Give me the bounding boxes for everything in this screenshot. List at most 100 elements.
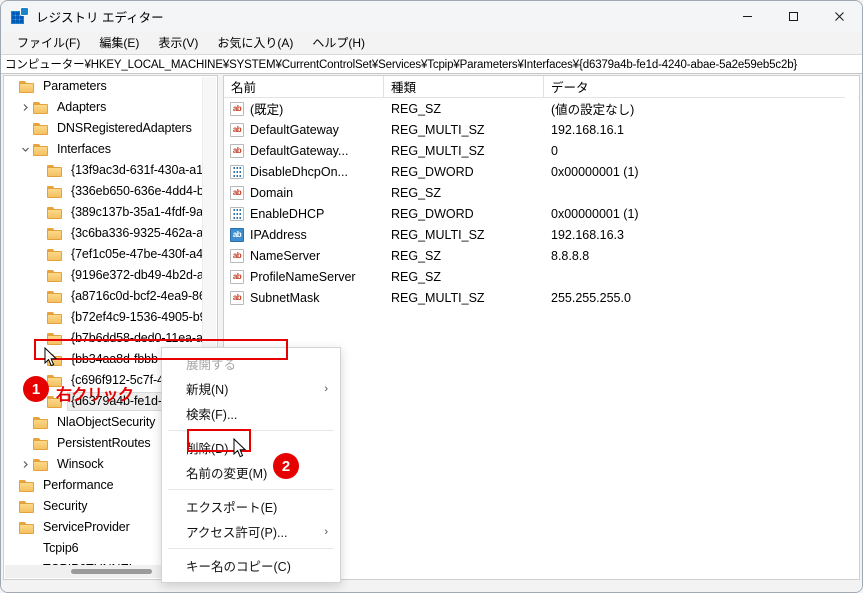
tree-node[interactable]: {389c137b-35a1-4fdf-9a97-2 — [4, 202, 204, 223]
context-menu-separator — [168, 548, 334, 549]
maximize-button[interactable] — [770, 1, 816, 32]
chevron-down-icon[interactable] — [18, 145, 33, 154]
ctx-new[interactable]: 新規(N) › — [162, 376, 340, 401]
value-data: 0x00000001 (1) — [551, 206, 639, 221]
tree-node-label: {3c6ba336-9325-462a-a4f3- — [71, 226, 204, 240]
values-list[interactable]: (既定) REG_SZ (値の設定なし) DefaultGateway REG_MULT… — [224, 98, 859, 308]
tree-node[interactable]: {336eb650-636e-4dd4-ba28- — [4, 181, 204, 202]
value-name-cell: SubnetMask — [224, 290, 384, 305]
tree-node[interactable]: {3c6ba336-9325-462a-a4f3- — [4, 223, 204, 244]
menu-help[interactable]: ヘルプ(H) — [303, 32, 375, 54]
tree-node[interactable]: {b72ef4c9-1536-4905-b923- — [4, 307, 204, 328]
column-name[interactable]: 名前 — [224, 76, 384, 97]
folder-icon — [47, 185, 64, 199]
folder-icon — [19, 521, 36, 535]
tree-hscroll-thumb[interactable] — [71, 569, 152, 574]
value-name-cell: EnableDHCP — [224, 206, 384, 221]
value-name: Domain — [250, 185, 294, 200]
values-column-headers: 名前 種類 データ — [224, 76, 859, 98]
value-name: ProfileNameServer — [250, 269, 356, 284]
tree-node-label: PersistentRoutes — [57, 436, 151, 450]
folder-icon — [33, 122, 50, 136]
column-type[interactable]: 種類 — [384, 76, 544, 97]
value-name: DefaultGateway... — [250, 143, 349, 158]
string-value-icon — [230, 290, 244, 305]
chevron-right-icon[interactable] — [18, 460, 33, 469]
value-row[interactable]: DefaultGateway... REG_MULTI_SZ 0 — [224, 140, 859, 161]
tree-node[interactable]: {a8716c0d-bcf2-4ea9-8603- — [4, 286, 204, 307]
tree-node[interactable]: DNSRegisteredAdapters — [4, 118, 204, 139]
menu-favorites[interactable]: お気に入り(A) — [208, 32, 303, 54]
string-value-icon — [230, 143, 244, 158]
string-value-icon — [230, 269, 244, 284]
value-name-cell: DisableDhcpOn... — [224, 164, 384, 179]
tree-node[interactable]: {7ef1c05e-47be-430f-a4fa-6 — [4, 244, 204, 265]
value-type: REG_MULTI_SZ — [391, 122, 485, 137]
context-menu-label: アクセス許可(P)... — [186, 526, 288, 540]
value-data: 192.168.16.3 — [551, 227, 624, 242]
value-data: 192.168.16.1 — [551, 122, 624, 137]
tree-node[interactable]: Interfaces — [4, 139, 204, 160]
value-type: REG_MULTI_SZ — [391, 290, 485, 305]
ctx-rename[interactable]: 名前の変更(M) — [162, 460, 340, 485]
value-row[interactable]: (既定) REG_SZ (値の設定なし) — [224, 98, 859, 119]
value-data: 8.8.8.8 — [551, 248, 590, 263]
address-bar[interactable]: コンピューター¥HKEY_LOCAL_MACHINE¥SYSTEM¥Curren… — [1, 54, 862, 74]
dword-value-icon — [230, 206, 244, 221]
value-data: 255.255.255.0 — [551, 290, 631, 305]
value-row[interactable]: IPAddress REG_MULTI_SZ 192.168.16.3 — [224, 224, 859, 245]
tree-node-label: {389c137b-35a1-4fdf-9a97-2 — [71, 205, 204, 219]
tree-node-label: {9196e372-db49-4b2d-a17c- — [71, 268, 204, 282]
title-bar[interactable]: レジストリ エディター — [1, 1, 862, 32]
folder-icon — [19, 80, 36, 94]
chevron-right-icon[interactable] — [18, 103, 33, 112]
value-row[interactable]: DefaultGateway REG_MULTI_SZ 192.168.16.1 — [224, 119, 859, 140]
status-bar — [1, 580, 862, 592]
minimize-button[interactable] — [724, 1, 770, 32]
ctx-export[interactable]: エクスポート(E) — [162, 494, 340, 519]
folder-icon — [47, 269, 64, 283]
menu-view[interactable]: 表示(V) — [149, 32, 208, 54]
close-button[interactable] — [816, 1, 862, 32]
tree-node-label: {336eb650-636e-4dd4-ba28- — [71, 184, 204, 198]
main-content: Parameters Adapters DNSRegisteredAdapters I… — [1, 75, 862, 592]
ctx-find[interactable]: 検索(F)... — [162, 401, 340, 426]
tree-node-label: Performance — [43, 478, 114, 492]
value-row[interactable]: DisableDhcpOn... REG_DWORD 0x00000001 (1) — [224, 161, 859, 182]
folder-icon — [19, 479, 36, 493]
tree-node-label: Adapters — [57, 100, 107, 114]
registry-editor-screenshot: レジストリ エディター ファイル(F) 編集(E) 表示(V) お気に入り(A) ヘルプ… — [0, 0, 863, 593]
menu-file[interactable]: ファイル(F) — [8, 32, 90, 54]
tree-node[interactable]: {9196e372-db49-4b2d-a17c- — [4, 265, 204, 286]
value-row[interactable]: Domain REG_SZ — [224, 182, 859, 203]
tree-node-label: NlaObjectSecurity — [57, 415, 156, 429]
column-data[interactable]: データ — [544, 76, 857, 97]
menu-edit[interactable]: 編集(E) — [90, 32, 149, 54]
value-row[interactable]: ProfileNameServer REG_SZ — [224, 266, 859, 287]
folder-icon — [47, 311, 64, 325]
tree-node[interactable]: {b7b6dd58-ded0-11ea-a6c8 — [4, 328, 204, 349]
tree-node-label: ServiceProvider — [43, 520, 130, 534]
value-row[interactable]: EnableDHCP REG_DWORD 0x00000001 (1) — [224, 203, 859, 224]
ctx-permissions[interactable]: アクセス許可(P)... › — [162, 519, 340, 544]
ctx-copy-key[interactable]: キー名のコピー(C) — [162, 553, 340, 578]
tree-node-label: {13f9ac3d-631f-430a-a128-9 — [71, 163, 204, 177]
context-menu-label: キー名のコピー(C) — [186, 560, 291, 574]
folder-icon — [47, 164, 64, 178]
value-row[interactable]: NameServer REG_SZ 8.8.8.8 — [224, 245, 859, 266]
ctx-delete[interactable]: 削除(D) — [162, 435, 340, 460]
value-row[interactable]: SubnetMask REG_MULTI_SZ 255.255.255.0 — [224, 287, 859, 308]
tree-node[interactable]: {13f9ac3d-631f-430a-a128-9 — [4, 160, 204, 181]
value-type: REG_SZ — [391, 101, 442, 116]
string-value-icon — [230, 227, 244, 242]
value-type: REG_SZ — [391, 185, 442, 200]
step-badge-1: 1 — [23, 376, 49, 402]
value-type: REG_MULTI_SZ — [391, 143, 485, 158]
string-value-icon — [230, 122, 244, 137]
tree-node[interactable]: Parameters — [4, 76, 204, 97]
tree-context-menu[interactable]: 展開する 新規(N) › 検索(F)... 削除(D) 名前の変更(M) エクスポート(E)… — [161, 347, 341, 583]
folder-icon — [33, 416, 50, 430]
tree-node[interactable]: Adapters — [4, 97, 204, 118]
values-vertical-scrollbar[interactable] — [845, 77, 858, 578]
context-menu-label: 検索(F)... — [186, 408, 238, 422]
